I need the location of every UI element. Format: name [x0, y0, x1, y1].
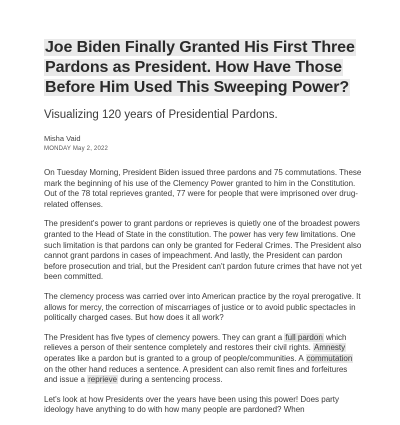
paragraph-3: The clemency process was carried over in…: [44, 291, 361, 323]
paragraph-4-text: The President has five types of clemency…: [44, 332, 285, 342]
article-subtitle: Visualizing 120 years of Presidential Pa…: [44, 109, 278, 121]
publish-date-rest: May 2, 2022: [70, 146, 109, 152]
highlight-full-pardon: full pardon: [284, 332, 324, 342]
paragraph-5: Let's look at how Presidents over the ye…: [44, 394, 340, 415]
highlight-amnesty: Amnesty: [313, 343, 347, 353]
highlight-reprieve: reprieve: [87, 375, 119, 385]
paragraph-1: On Tuesday Morning, President Biden issu…: [44, 168, 362, 209]
author-name[interactable]: Misha Vaid: [44, 134, 362, 144]
paragraph-2: The president's power to grant pardons o…: [44, 219, 362, 282]
article-title: Joe Biden Finally Granted His First Thre…: [44, 38, 362, 98]
article: Joe Biden Finally Granted His First Thre…: [44, 38, 362, 425]
paragraph-4: The President has five types of clemency…: [44, 332, 362, 386]
article-body: On Tuesday Morning, President Biden issu…: [44, 168, 362, 416]
publish-date-weekday: Monday: [44, 146, 71, 152]
highlight-commutation: commutation: [305, 353, 354, 363]
publish-date: Monday May 2, 2022: [44, 145, 362, 154]
paragraph-4-text: operates like a pardon but is granted to…: [44, 353, 306, 363]
paragraph-4-text: during a sentencing process.: [118, 375, 223, 385]
article-title-text: Joe Biden Finally Granted His First Thre…: [44, 39, 356, 96]
